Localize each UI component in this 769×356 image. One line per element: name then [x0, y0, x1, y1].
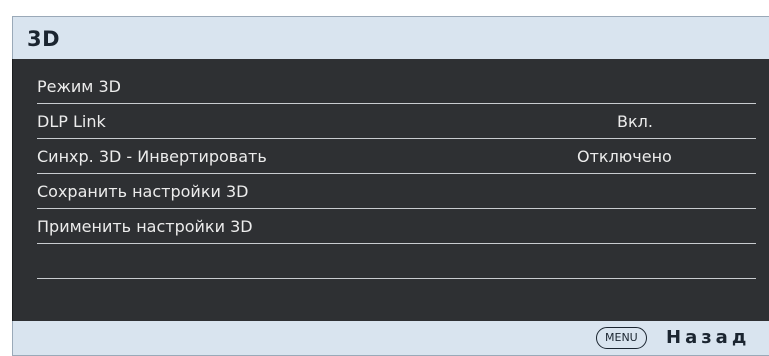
menu-item-dlp-link[interactable]: DLP Link Вкл.: [37, 104, 756, 139]
menu-item-value: Вкл.: [617, 112, 653, 131]
page-title: 3D: [27, 27, 61, 51]
menu-item-save-3d-settings[interactable]: Сохранить настройки 3D: [37, 174, 756, 209]
menu-item-value: Отключено: [577, 147, 672, 166]
menu-item-3d-sync-invert[interactable]: Синхр. 3D - Инвертировать Отключено: [37, 139, 756, 174]
osd-menu: 3D Режим 3D DLP Link Вкл. Синхр. 3D - Ин…: [12, 16, 769, 356]
menu-body: Режим 3D DLP Link Вкл. Синхр. 3D - Инвер…: [12, 59, 769, 321]
menu-item-label: Применить настройки 3D: [37, 217, 253, 236]
menu-item-label: Режим 3D: [37, 77, 121, 96]
back-label[interactable]: Назад: [666, 327, 750, 348]
menu-footer: MENU Назад: [12, 321, 769, 356]
menu-item-label: Синхр. 3D - Инвертировать: [37, 147, 267, 166]
menu-item-apply-3d-settings[interactable]: Применить настройки 3D: [37, 209, 756, 244]
menu-item-label: Сохранить настройки 3D: [37, 182, 249, 201]
menu-item-empty: [37, 244, 756, 279]
menu-item-3d-mode[interactable]: Режим 3D: [37, 69, 756, 104]
menu-item-label: DLP Link: [37, 112, 106, 131]
menu-key-badge[interactable]: MENU: [596, 327, 647, 349]
menu-header: 3D: [12, 16, 769, 59]
